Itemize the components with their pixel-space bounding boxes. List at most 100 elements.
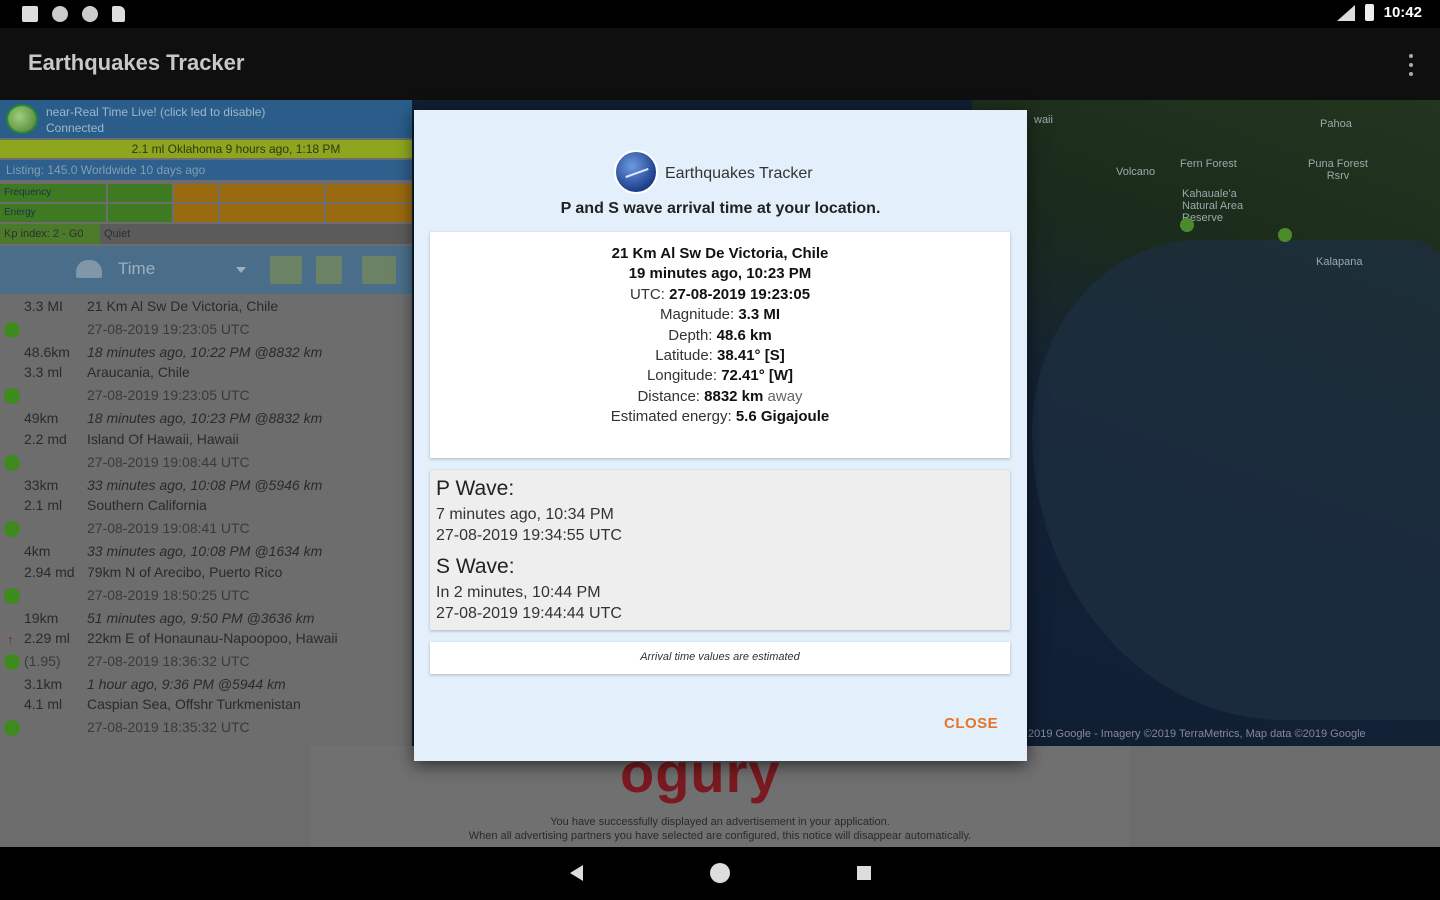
frequency-label: Frequency	[0, 184, 106, 202]
info-longitude-value: 72.41° [W]	[721, 367, 794, 385]
frequency-bar	[108, 184, 172, 202]
info-utc-label: UTC:	[629, 285, 665, 303]
cloud-icon[interactable]	[76, 260, 102, 278]
sort-order-icon[interactable]	[270, 256, 302, 284]
quake-magnitude: 2.94 md	[24, 563, 75, 580]
quake-utc: 27-08-2019 19:08:41 UTC	[87, 520, 250, 537]
quake-place: 22km E of Honaunau-Napoopoo, Hawaii	[87, 629, 338, 646]
map-label: Fern Forest	[1180, 158, 1237, 170]
map-label: Volcano	[1116, 166, 1156, 178]
status-led-icon	[4, 454, 20, 471]
sd-card-icon	[112, 6, 125, 22]
recents-icon[interactable]	[857, 866, 871, 880]
ad-notice-line: When all advertising partners you have s…	[468, 830, 972, 842]
quake-place: Southern California	[87, 497, 207, 514]
quake-place: Araucania, Chile	[87, 364, 190, 381]
battery-icon	[1364, 4, 1374, 21]
info-energy-label: Estimated energy:	[610, 408, 732, 426]
p-wave-utc: 27-08-2019 19:34:55 UTC	[436, 527, 622, 544]
list-toolbar: Time	[0, 246, 412, 294]
estimate-note: Arrival time values are estimated	[430, 642, 1010, 674]
s-wave-title: S Wave:	[436, 555, 515, 578]
info-magnitude-value: 3.3 MI	[738, 306, 781, 324]
listing-summary: Listing: 145.0 Worldwide 10 days ago	[0, 160, 412, 180]
list-item[interactable]: 2.1 ml Southern California 27-08-2019 19…	[0, 495, 412, 561]
sync-icon	[82, 6, 98, 22]
notification-icons	[22, 6, 125, 22]
quake-magnitude: 2.29 ml	[24, 629, 70, 646]
layout-icon[interactable]	[362, 256, 396, 284]
list-item[interactable]: 3.3 MI 21 Km Al Sw De Victoria, Chile 27…	[0, 296, 412, 362]
energy-bar	[326, 204, 412, 222]
kp-index-status: Quiet	[104, 228, 131, 240]
quake-utc: 27-08-2019 19:23:05 UTC	[87, 387, 250, 404]
status-bar: 10:42	[0, 0, 1440, 28]
sort-selector[interactable]: Time	[118, 259, 155, 279]
live-label: near-Real Time Live! (click led to disab…	[46, 105, 266, 119]
arrow-up-icon: ↑	[7, 631, 14, 647]
info-energy-value: 5.6 Gigajoule	[735, 408, 830, 426]
live-status: Connected	[46, 121, 105, 135]
quake-utc: 27-08-2019 19:23:05 UTC	[87, 321, 250, 337]
info-utc-value: 27-08-2019 19:23:05	[669, 285, 811, 303]
info-time: 19 minutes ago, 10:23 PM	[628, 265, 812, 283]
frequency-bar	[326, 184, 412, 202]
status-led-icon	[4, 521, 20, 538]
app-title: Earthquakes Tracker	[28, 50, 245, 75]
quake-utc: 27-08-2019 19:08:44 UTC	[87, 453, 250, 470]
quake-magnitude: 4.1 ml	[24, 696, 63, 713]
live-status-row[interactable]: near-Real Time Live! (click led to disab…	[0, 100, 412, 138]
filter-icon[interactable]	[316, 256, 342, 284]
quake-place: Island Of Hawaii, Hawaii	[87, 430, 239, 447]
quake-ago: 18 minutes ago, 10:23 PM @8832 km	[87, 410, 323, 427]
dialog-title: P and S wave arrival time at your locati…	[560, 200, 881, 217]
list-item[interactable]: 2.2 md Island Of Hawaii, Hawaii 27-08-20…	[0, 429, 412, 495]
quake-place: 21 Km Al Sw De Victoria, Chile	[87, 298, 279, 314]
energy-bar	[220, 204, 324, 222]
s-wave-relative: In 2 minutes, 10:44 PM	[436, 584, 601, 601]
list-item[interactable]: ↑ 2.29 ml 22km E of Honaunau-Napoopoo, H…	[0, 628, 412, 694]
info-distance-suffix: away	[767, 387, 803, 405]
home-icon[interactable]	[710, 863, 730, 883]
quake-magnitude: 2.1 ml	[24, 497, 63, 514]
quake-depth: 49km	[24, 410, 59, 427]
list-item[interactable]: 4.1 ml Caspian Sea, Offshr Turkmenistan …	[0, 694, 412, 746]
map-marker[interactable]	[1180, 218, 1194, 232]
earthquake-list-panel: near-Real Time Live! (click led to disab…	[0, 100, 412, 746]
quake-magnitude: 3.3 MI	[24, 298, 63, 314]
back-icon[interactable]	[570, 865, 583, 881]
app-logo-icon	[614, 150, 658, 194]
wave-times-card: P Wave: 7 minutes ago, 10:34 PM 27-08-20…	[430, 470, 1010, 630]
chevron-down-icon[interactable]	[236, 267, 246, 273]
map-attribution: 2019 Google - Imagery ©2019 TerraMetrics…	[1028, 728, 1366, 740]
info-distance-label: Distance:	[637, 387, 700, 405]
map-marker[interactable]	[1278, 228, 1292, 242]
ad-banner[interactable]: ogury You have successfully displayed an…	[0, 741, 1440, 847]
map-label: waii	[1034, 114, 1053, 126]
info-place: 21 Km Al Sw De Victoria, Chile	[611, 245, 829, 262]
list-item[interactable]: 3.3 ml Araucania, Chile 27-08-2019 19:23…	[0, 362, 412, 428]
energy-label: Energy	[0, 204, 106, 222]
system-navigation-bar	[0, 847, 1440, 900]
quake-depth: 33km	[24, 476, 59, 493]
clock: 10:42	[1383, 4, 1422, 21]
quake-ago: 33 minutes ago, 10:08 PM @1634 km	[87, 543, 323, 560]
status-led-icon	[4, 653, 20, 670]
overflow-menu-icon[interactable]	[1408, 54, 1414, 76]
app-bar: Earthquakes Tracker	[0, 28, 1440, 100]
quake-depth: 19km	[24, 609, 59, 626]
energy-bar	[174, 204, 218, 222]
info-longitude-label: Longitude:	[646, 367, 718, 385]
quake-utc: 27-08-2019 18:50:25 UTC	[87, 586, 250, 603]
quake-magnitude: 3.3 ml	[24, 364, 63, 381]
close-button[interactable]: CLOSE	[944, 715, 998, 732]
live-led-icon[interactable]	[6, 104, 38, 134]
info-magnitude-label: Magnitude:	[659, 306, 735, 324]
quake-ago: 18 minutes ago, 10:22 PM @8832 km	[87, 344, 323, 360]
quake-utc: 27-08-2019 18:35:32 UTC	[87, 719, 250, 736]
quake-place: Caspian Sea, Offshr Turkmenistan	[87, 696, 301, 713]
status-led-icon	[4, 388, 20, 405]
map-label: Pahoa	[1320, 118, 1352, 130]
list-item[interactable]: 2.94 md 79km N of Arecibo, Puerto Rico 2…	[0, 562, 412, 628]
latest-quake-banner[interactable]: 2.1 ml Oklahoma 9 hours ago, 1:18 PM	[0, 140, 412, 158]
